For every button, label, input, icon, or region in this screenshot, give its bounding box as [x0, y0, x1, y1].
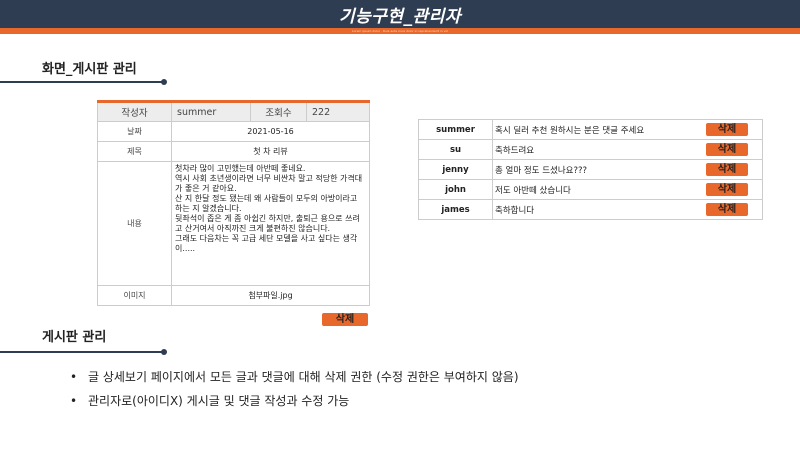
section-title-board-screen: 화면_게시판 관리 [42, 62, 137, 77]
comment-row: summer 혹시 딜러 추천 원하시는 분은 댓글 주세요 삭제 [418, 119, 763, 140]
comment-text: 축하합니다 [495, 205, 535, 216]
comment-row: jenny 총 얼마 정도 드셨나요??? 삭제 [418, 159, 763, 180]
views-value: 222 [306, 101, 370, 122]
bullet-text: 관리자로(아이디X) 게시글 및 댓글 작성과 수정 가능 [88, 394, 350, 408]
date-row: 날짜 2021-05-16 [97, 121, 370, 142]
bullet-text: 글 상세보기 페이지에서 모든 글과 댓글에 대해 삭제 권한 (수정 권한은 … [88, 370, 519, 384]
title-row: 제목 첫 차 리뷰 [97, 141, 370, 162]
comment-text: 총 얼마 정도 드셨나요??? [495, 165, 588, 176]
comment-user: james [418, 199, 493, 220]
comment-user: su [418, 139, 493, 160]
title-value: 첫 차 리뷰 [171, 141, 370, 162]
author-label: 작성자 [97, 101, 172, 122]
bullet-item: • 글 상세보기 페이지에서 모든 글과 댓글에 대해 삭제 권한 (수정 권한… [70, 368, 519, 392]
section-rule-dot [161, 79, 167, 85]
comment-user: jenny [418, 159, 493, 180]
author-value: summer [171, 101, 251, 122]
comment-row: john 저도 아반떼 샀습니다 삭제 [418, 179, 763, 200]
comment-row: james 축하합니다 삭제 [418, 199, 763, 220]
content-label: 내용 [97, 161, 172, 286]
section-rule [0, 81, 163, 83]
bullet-item: • 관리자로(아이디X) 게시글 및 댓글 작성과 수정 가능 [70, 392, 519, 416]
comment-delete-button[interactable]: 삭제 [706, 163, 748, 176]
content-value: 첫차라 많이 고민했는데 아반떼 좋네요. 역시 사회 초년생이라면 너무 비싼… [171, 161, 370, 286]
section-rule [0, 351, 163, 353]
title-label: 제목 [97, 141, 172, 162]
comment-delete-button[interactable]: 삭제 [706, 183, 748, 196]
image-attachment-link[interactable]: 첨부파일.jpg [171, 285, 370, 306]
date-value: 2021-05-16 [171, 121, 370, 142]
bullet-dot-icon: • [70, 394, 78, 408]
image-row: 이미지 첨부파일.jpg [97, 285, 370, 306]
section-title-board-management: 게시판 관리 [42, 330, 107, 345]
comment-table: summer 혹시 딜러 추천 원하시는 분은 댓글 주세요 삭제 su 축하드려… [418, 119, 763, 220]
comment-row: su 축하드려요 삭제 [418, 139, 763, 160]
bullet-dot-icon: • [70, 370, 78, 384]
feature-bullet-list: • 글 상세보기 페이지에서 모든 글과 댓글에 대해 삭제 권한 (수정 권한… [70, 368, 519, 416]
post-header-row: 작성자 summer 조회수 222 [97, 101, 370, 122]
post-delete-button[interactable]: 삭제 [322, 313, 368, 326]
image-label: 이미지 [97, 285, 172, 306]
comment-delete-button[interactable]: 삭제 [706, 143, 748, 156]
comment-text: 축하드려요 [495, 145, 535, 156]
comment-text: 혹시 딜러 추천 원하시는 분은 댓글 주세요 [495, 125, 645, 136]
section-rule-dot [161, 349, 167, 355]
post-detail-table: 작성자 summer 조회수 222 날짜 2021-05-16 제목 첫 차 … [97, 100, 370, 306]
header-subtitle: Lorem ipsum dolor · Duis aute irure dolo… [351, 29, 449, 33]
header-title: 기능구현_관리자 [339, 7, 461, 27]
date-label: 날짜 [97, 121, 172, 142]
comment-user: john [418, 179, 493, 200]
views-label: 조회수 [250, 101, 307, 122]
comment-user: summer [418, 119, 493, 140]
comment-delete-button[interactable]: 삭제 [706, 203, 748, 216]
comment-text: 저도 아반떼 샀습니다 [495, 185, 571, 196]
comment-delete-button[interactable]: 삭제 [706, 123, 748, 136]
content-row: 내용 첫차라 많이 고민했는데 아반떼 좋네요. 역시 사회 초년생이라면 너무… [97, 161, 370, 286]
